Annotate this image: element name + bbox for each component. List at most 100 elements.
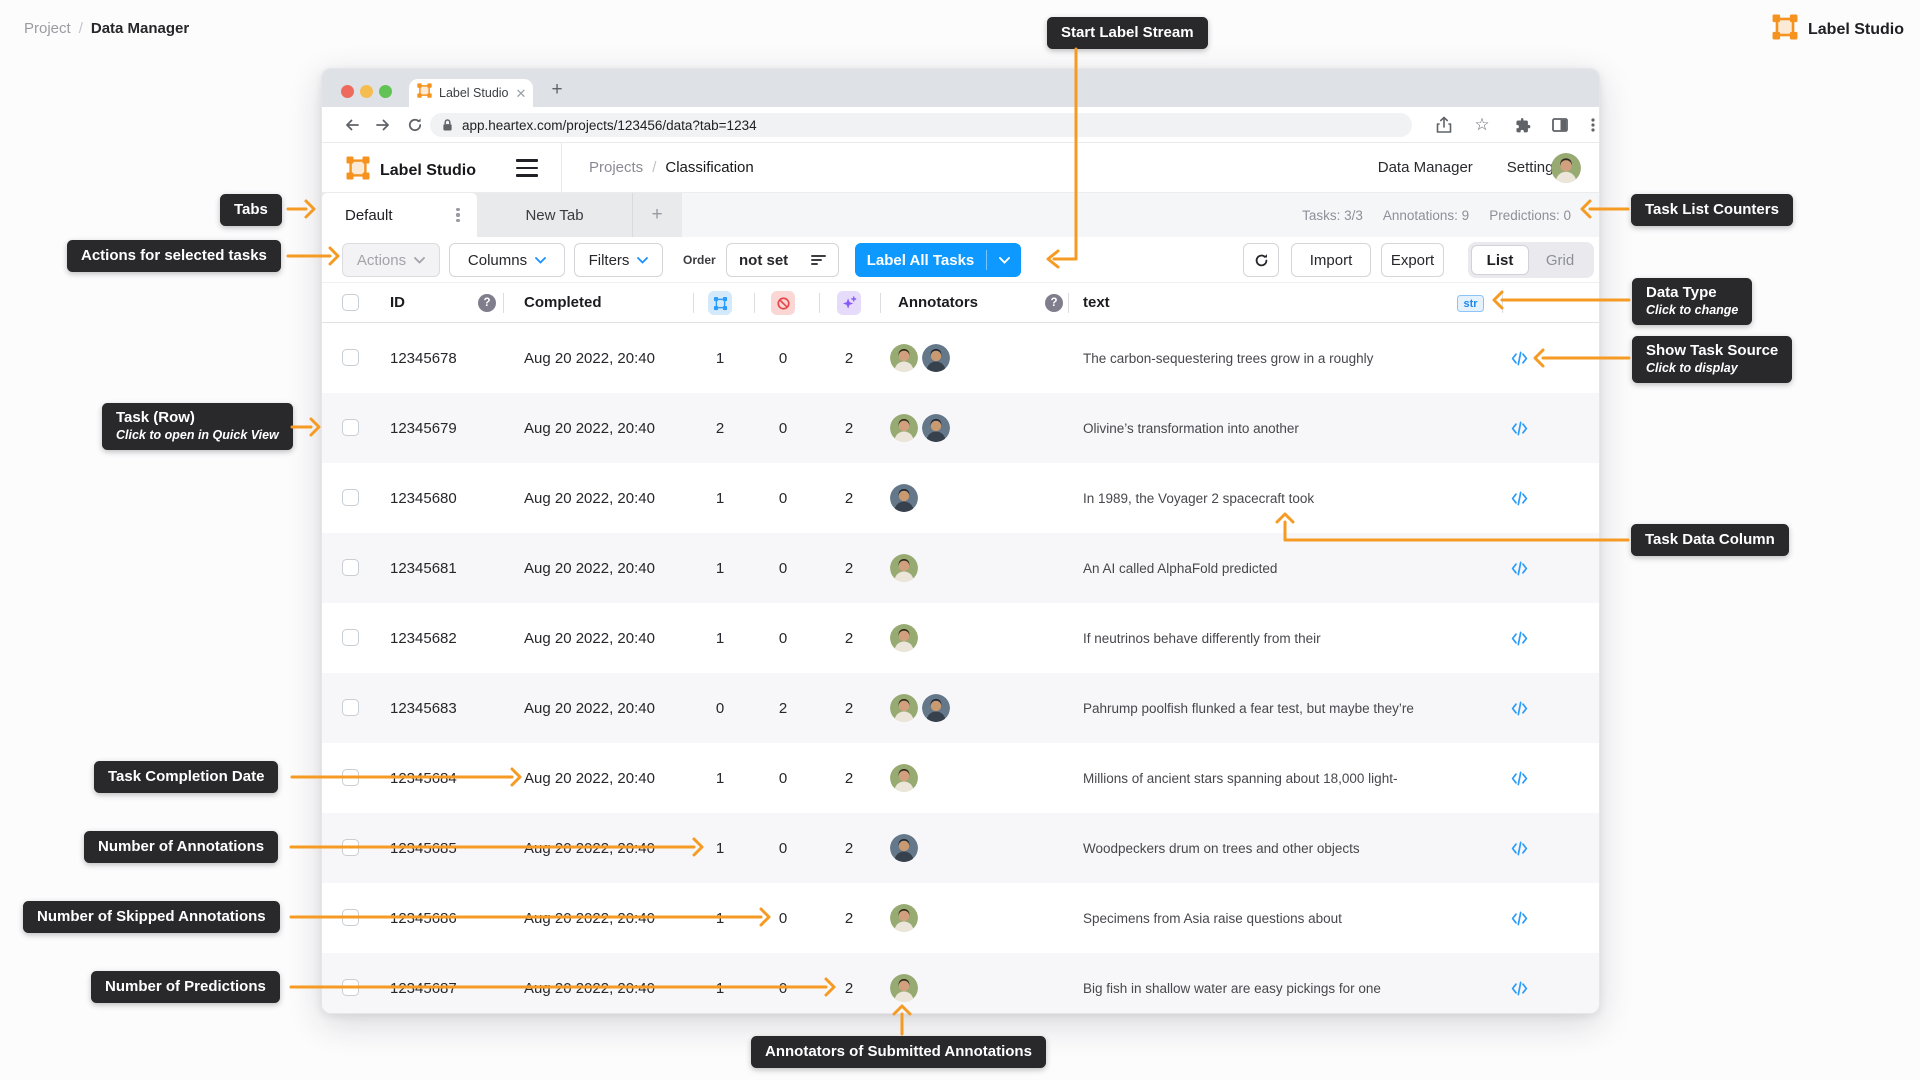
side-panel-icon[interactable] (1551, 116, 1569, 134)
row-checkbox[interactable] (342, 839, 359, 856)
table-row[interactable]: 12345684 Aug 20 2022, 20:40 1 0 2 Millions o… (322, 743, 1599, 813)
add-tab-button[interactable]: + (632, 193, 682, 237)
page-brand: Label Studio (1772, 14, 1904, 45)
row-checkbox[interactable] (342, 699, 359, 716)
app-brand[interactable]: Label Studio (346, 156, 476, 185)
task-text: Pahrump poolfish flunked a fear test, bu… (1083, 700, 1414, 716)
close-tab-icon[interactable]: ✕ (516, 87, 527, 100)
breadcrumb-separator: / (78, 20, 83, 37)
tab-new-tab[interactable]: New Tab (477, 193, 632, 237)
label-all-tasks-button[interactable]: Label All Tasks (855, 243, 1021, 277)
extensions-puzzle-icon[interactable] (1514, 116, 1532, 134)
annotator-avatar (890, 624, 918, 652)
show-source-button[interactable] (1504, 603, 1534, 673)
annotators-avatars (890, 624, 918, 652)
show-source-button[interactable] (1504, 883, 1534, 953)
order-selector[interactable]: not set (726, 243, 839, 277)
table-row[interactable]: 12345682 Aug 20 2022, 20:40 1 0 2 If neutrin… (322, 603, 1599, 673)
callout-task-data-column: Task Data Column (1631, 524, 1789, 556)
show-source-button[interactable] (1504, 323, 1534, 393)
back-icon[interactable] (343, 116, 361, 134)
refresh-button[interactable] (1243, 243, 1279, 277)
show-source-button[interactable] (1504, 533, 1534, 603)
view-grid-button[interactable]: Grid (1529, 252, 1591, 269)
row-checkbox[interactable] (342, 559, 359, 576)
hamburger-menu-icon[interactable] (516, 159, 538, 177)
table-row[interactable]: 12345686 Aug 20 2022, 20:40 1 0 2 Specimens … (322, 883, 1599, 953)
show-source-button[interactable] (1504, 743, 1534, 813)
table-row[interactable]: 12345680 Aug 20 2022, 20:40 1 0 2 In 1989, t… (322, 463, 1599, 533)
table-row[interactable]: 12345687 Aug 20 2022, 20:40 1 0 2 Big fish i… (322, 953, 1599, 1013)
user-avatar[interactable] (1551, 153, 1581, 183)
table-row[interactable]: 12345679 Aug 20 2022, 20:40 2 0 2 Olivine’s … (322, 393, 1599, 463)
task-text: Millions of ancient stars spanning about… (1083, 770, 1398, 786)
show-source-button[interactable] (1504, 393, 1534, 463)
skipped-count: 0 (778, 909, 788, 927)
table-row[interactable]: 12345678 Aug 20 2022, 20:40 1 0 2 The carbon… (322, 323, 1599, 393)
row-checkbox[interactable] (342, 769, 359, 786)
task-id: 12345684 (390, 769, 457, 787)
view-list-button[interactable]: List (1471, 245, 1529, 275)
column-header-completed[interactable]: Completed (524, 283, 602, 322)
row-checkbox[interactable] (342, 909, 359, 926)
skipped-count: 0 (778, 489, 788, 507)
skipped-count: 0 (778, 839, 788, 857)
actions-dropdown[interactable]: Actions (342, 243, 440, 277)
row-checkbox[interactable] (342, 419, 359, 436)
table-body: 12345678 Aug 20 2022, 20:40 1 0 2 The carbon… (322, 323, 1599, 1013)
annotations-count: 1 (715, 979, 725, 997)
forward-icon[interactable] (374, 116, 392, 134)
browser-menu-icon[interactable] (1584, 116, 1599, 134)
annotations-column-icon[interactable] (708, 291, 732, 315)
annotators-avatars (890, 484, 918, 512)
table-row[interactable]: 12345681 Aug 20 2022, 20:40 1 0 2 An AI call… (322, 533, 1599, 603)
window-controls[interactable] (341, 85, 392, 98)
tab-default[interactable]: Default (322, 193, 477, 237)
row-checkbox[interactable] (342, 979, 359, 996)
show-source-button[interactable] (1504, 813, 1534, 883)
column-header-annotators[interactable]: Annotators (898, 283, 978, 322)
id-help-icon[interactable]: ? (478, 283, 496, 322)
filters-dropdown[interactable]: Filters (574, 243, 663, 277)
row-checkbox[interactable] (342, 349, 359, 366)
address-bar[interactable]: app.heartex.com/projects/123456/data?tab… (430, 113, 1412, 137)
show-source-button[interactable] (1504, 463, 1534, 533)
nav-data-manager[interactable]: Data Manager (1378, 159, 1473, 176)
browser-tab[interactable]: Label Studio ✕ (409, 79, 533, 107)
share-icon[interactable] (1435, 116, 1453, 134)
row-checkbox[interactable] (342, 629, 359, 646)
columns-dropdown[interactable]: Columns (449, 243, 565, 277)
annotators-help-icon[interactable]: ? (1045, 283, 1063, 322)
predictions-column-icon[interactable] (837, 291, 861, 315)
reload-icon[interactable] (406, 116, 424, 134)
callout-task-row: Task (Row) Click to open in Quick View (102, 403, 293, 450)
row-checkbox[interactable] (342, 489, 359, 506)
annotators-avatars (890, 414, 950, 442)
annotator-avatar (890, 904, 918, 932)
bookmark-star-icon[interactable]: ☆ (1473, 116, 1491, 134)
select-all-checkbox[interactable] (342, 293, 359, 311)
new-browser-tab-button[interactable]: + (544, 77, 570, 103)
actions-label: Actions (356, 251, 407, 269)
app-breadcrumb-projects[interactable]: Projects (589, 159, 643, 176)
show-source-button[interactable] (1504, 673, 1534, 743)
label-studio-logo-icon (346, 156, 370, 185)
data-type-badge[interactable]: str (1457, 295, 1484, 312)
column-header-text[interactable]: text (1083, 283, 1110, 322)
minimize-window-button[interactable] (360, 85, 373, 98)
table-row[interactable]: 12345683 Aug 20 2022, 20:40 0 2 2 Pahrump po… (322, 673, 1599, 743)
annotator-avatar (890, 974, 918, 1002)
maximize-window-button[interactable] (379, 85, 392, 98)
close-window-button[interactable] (341, 85, 354, 98)
import-button[interactable]: Import (1291, 243, 1371, 277)
show-source-button[interactable] (1504, 953, 1534, 1013)
callout-start-label-stream: Start Label Stream (1047, 17, 1208, 49)
annotations-count: 1 (715, 559, 725, 577)
annotator-avatar (890, 694, 918, 722)
tab-options-kebab-icon[interactable] (450, 204, 466, 226)
column-header-id[interactable]: ID (390, 283, 405, 322)
table-row[interactable]: 12345685 Aug 20 2022, 20:40 1 0 2 Woodpecker… (322, 813, 1599, 883)
skipped-column-icon[interactable] (771, 291, 795, 315)
export-button[interactable]: Export (1381, 243, 1444, 277)
breadcrumb-parent[interactable]: Project (24, 20, 71, 37)
